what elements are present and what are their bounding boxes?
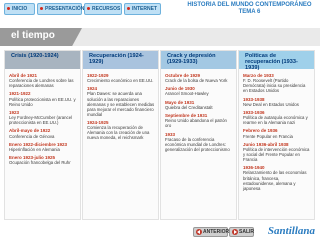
arrow-left-icon — [196, 229, 202, 235]
timeline-entry: Enero 1922-diciembre 1923 Hiperinflación … — [9, 142, 77, 152]
entry-text: Quiebra del Creditanstalt — [165, 104, 213, 110]
entry-text: Política proteccionista en EE.UU. y Rein… — [9, 96, 76, 107]
entry-text: Hiperinflación en Alemania — [9, 146, 60, 152]
column-title: Crisis (1920-1924) — [5, 51, 80, 69]
timeline-entry: Septiembre de 1931 Reino Unido abandona e… — [165, 113, 233, 128]
column-title: Crack y depresión (1929-1933) — [161, 51, 236, 69]
timeline-entry: Abril-mayo de 1922 Conferencia de Génova — [9, 128, 77, 138]
timeline-column-crisis: Crisis (1920-1924) Abril de 1921 Conferen… — [4, 50, 81, 220]
timeline-entry: 1924-1925 Comienza la recuperación de Ale… — [87, 120, 155, 140]
entry-text: F. D. Roosevelt (Partido Demócrata) inic… — [243, 78, 306, 94]
entry-text: Relanzamiento de las economías británica… — [243, 170, 307, 191]
entry-text: Crecimiento económico en EE.UU. — [87, 78, 154, 84]
bottom-bar: ANTERIOR SALIR Santillana — [0, 224, 320, 240]
timeline-column-politicas: Políticas de recuperación (1933-1939) Ma… — [238, 50, 315, 220]
timeline-column-recuperacion: Recuperación (1924-1929) 1922-1929 Crecim… — [82, 50, 159, 220]
entry-text: Fracaso de la conferencia económica mund… — [165, 136, 230, 152]
previous-button[interactable]: ANTERIOR — [193, 227, 230, 237]
exit-label: SALIR — [239, 229, 254, 235]
timeline-entry: 1933 Fracaso de la conferencia económica … — [165, 132, 233, 152]
entry-text: Crack de la bolsa de Nueva York — [165, 78, 228, 84]
column-title: Políticas de recuperación (1933-1939) — [239, 51, 314, 71]
entry-text: Conferencia de Génova — [9, 133, 55, 139]
entry-text: Política de intervención económica y soc… — [243, 146, 310, 163]
entry-text: Reino Unido abandona el patrón oro — [165, 118, 227, 129]
entry-text: Ley Fordney-McCumber (arancel proteccion… — [9, 115, 73, 126]
nav-inicio-label: INICIO — [12, 6, 28, 12]
bullet-icon — [40, 7, 43, 10]
timeline-entry: Febrero de 1936 Frente Popular en Francia — [243, 128, 311, 138]
entry-text: Comienza la recuperación de Alemania con… — [87, 125, 150, 141]
bullet-icon — [7, 7, 10, 10]
entry-text: New Deal en Estados Unidos — [243, 101, 299, 107]
section-tab-bar: el tiempo — [0, 28, 320, 46]
arrow-right-icon — [232, 229, 238, 235]
timeline-entry: 1933-1936 Política de autarquía económica… — [243, 110, 311, 125]
nav-presentacion-button[interactable]: PRESENTACIÓN — [37, 3, 85, 15]
exit-button[interactable]: SALIR — [229, 227, 254, 237]
bullet-icon — [127, 7, 130, 10]
timeline-entry: Marzo de 1933 F. D. Roosevelt (Partido De… — [243, 73, 311, 93]
timeline-entry: Enero 1923-julio 1925 Ocupación francobel… — [9, 155, 77, 165]
page-header: HISTORIA DEL MUNDO CONTEMPORÁNEO TEMA 6 — [187, 2, 312, 16]
brand-logo: Santillana — [267, 225, 315, 237]
timeline-entry: Junio de 1930 Arancel Smoot-Hawley — [165, 86, 233, 96]
timeline-columns: Crisis (1920-1924) Abril de 1921 Conferen… — [4, 50, 316, 220]
timeline-column-crack: Crack y depresión (1929-1933) Octubre de… — [160, 50, 237, 220]
entry-text: Plan Dawes: se acuerda una solución a la… — [87, 91, 155, 117]
nav-inicio-button[interactable]: INICIO — [4, 3, 35, 15]
timeline-entry: Mayo de 1931 Quiebra del Creditanstalt — [165, 100, 233, 110]
section-tab-label: el tiempo — [11, 30, 55, 41]
entry-text: Arancel Smoot-Hawley — [165, 91, 209, 97]
nav-presentacion-label: PRESENTACIÓN — [45, 6, 85, 12]
timeline-entry: 1933-1938 New Deal en Estados Unidos — [243, 97, 311, 107]
bullet-icon — [87, 7, 90, 10]
previous-label: ANTERIOR — [203, 229, 230, 235]
column-title: Recuperación (1924-1929) — [83, 51, 158, 69]
nav-internet-button[interactable]: INTERNET — [124, 3, 161, 15]
nav-recursos-button[interactable]: RECURSOS — [84, 3, 122, 15]
header-title: HISTORIA DEL MUNDO CONTEMPORÁNEO — [187, 2, 312, 8]
timeline-entry: 1924 Plan Dawes: se acuerda una solución … — [87, 86, 155, 117]
entry-text: Frente Popular en Francia — [243, 133, 293, 139]
timeline-entry: 1922-1929 Crecimiento económico en EE.UU. — [87, 73, 155, 83]
entry-text: Ocupación francobelga del Ruhr — [9, 160, 71, 166]
timeline-entry: Junio 1936-abril 1938 Política de interve… — [243, 142, 311, 162]
entry-text: Conferencia de Londres sobre las reparac… — [9, 78, 74, 89]
timeline-entry: 1921-1922 Política proteccionista en EE.U… — [9, 91, 77, 106]
nav-recursos-label: RECURSOS — [92, 6, 121, 12]
timeline-entry: Abril de 1921 Conferencia de Londres sobr… — [9, 73, 77, 88]
nav-internet-label: INTERNET — [132, 6, 157, 12]
timeline-entry: 1923 Ley Fordney-McCumber (arancel protec… — [9, 110, 77, 125]
timeline-entry: 1936-1940 Relanzamiento de las economías … — [243, 165, 311, 190]
entry-text: Política de autarquía económica y rearme… — [243, 115, 308, 126]
timeline-entry: Octubre de 1929 Crack de la bolsa de Nuev… — [165, 73, 233, 83]
top-navigation-bar: INICIO PRESENTACIÓN RECURSOS INTERNET HI… — [0, 0, 320, 22]
header-subtitle: TEMA 6 — [238, 9, 261, 15]
